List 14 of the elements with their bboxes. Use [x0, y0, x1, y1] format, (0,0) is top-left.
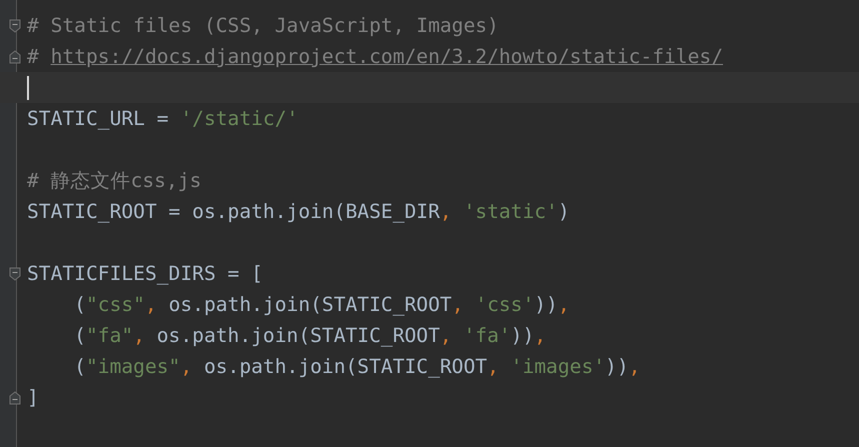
- code-line: STATICFILES_DIRS = [: [27, 261, 263, 287]
- code-editor[interactable]: [0, 0, 859, 447]
- code-line: ("fa", os.path.join(STATIC_ROOT, 'fa')),: [73, 323, 546, 349]
- code-line: STATIC_URL = '/static/': [27, 106, 298, 132]
- code-line: ]: [27, 385, 39, 411]
- fold-icon[interactable]: [8, 266, 20, 280]
- link[interactable]: https://docs.djangoproject.com/en/3.2/howto/static-files/: [50, 45, 723, 68]
- code-line: # Static files (CSS, JavaScript, Images): [27, 13, 499, 39]
- code-line: # https://docs.djangoproject.com/en/3.2/howto/static-files/: [27, 44, 723, 70]
- code-line: STATIC_ROOT = os.path.join(BASE_DIR, 'static'): [27, 199, 570, 225]
- fold-icon[interactable]: [8, 18, 20, 32]
- code-line: # 静态文件css,js: [27, 168, 202, 194]
- code-line: ("images", os.path.join(STATIC_ROOT, 'images')),: [73, 354, 640, 380]
- code-line: ("css", os.path.join(STATIC_ROOT, 'css')),: [73, 292, 570, 318]
